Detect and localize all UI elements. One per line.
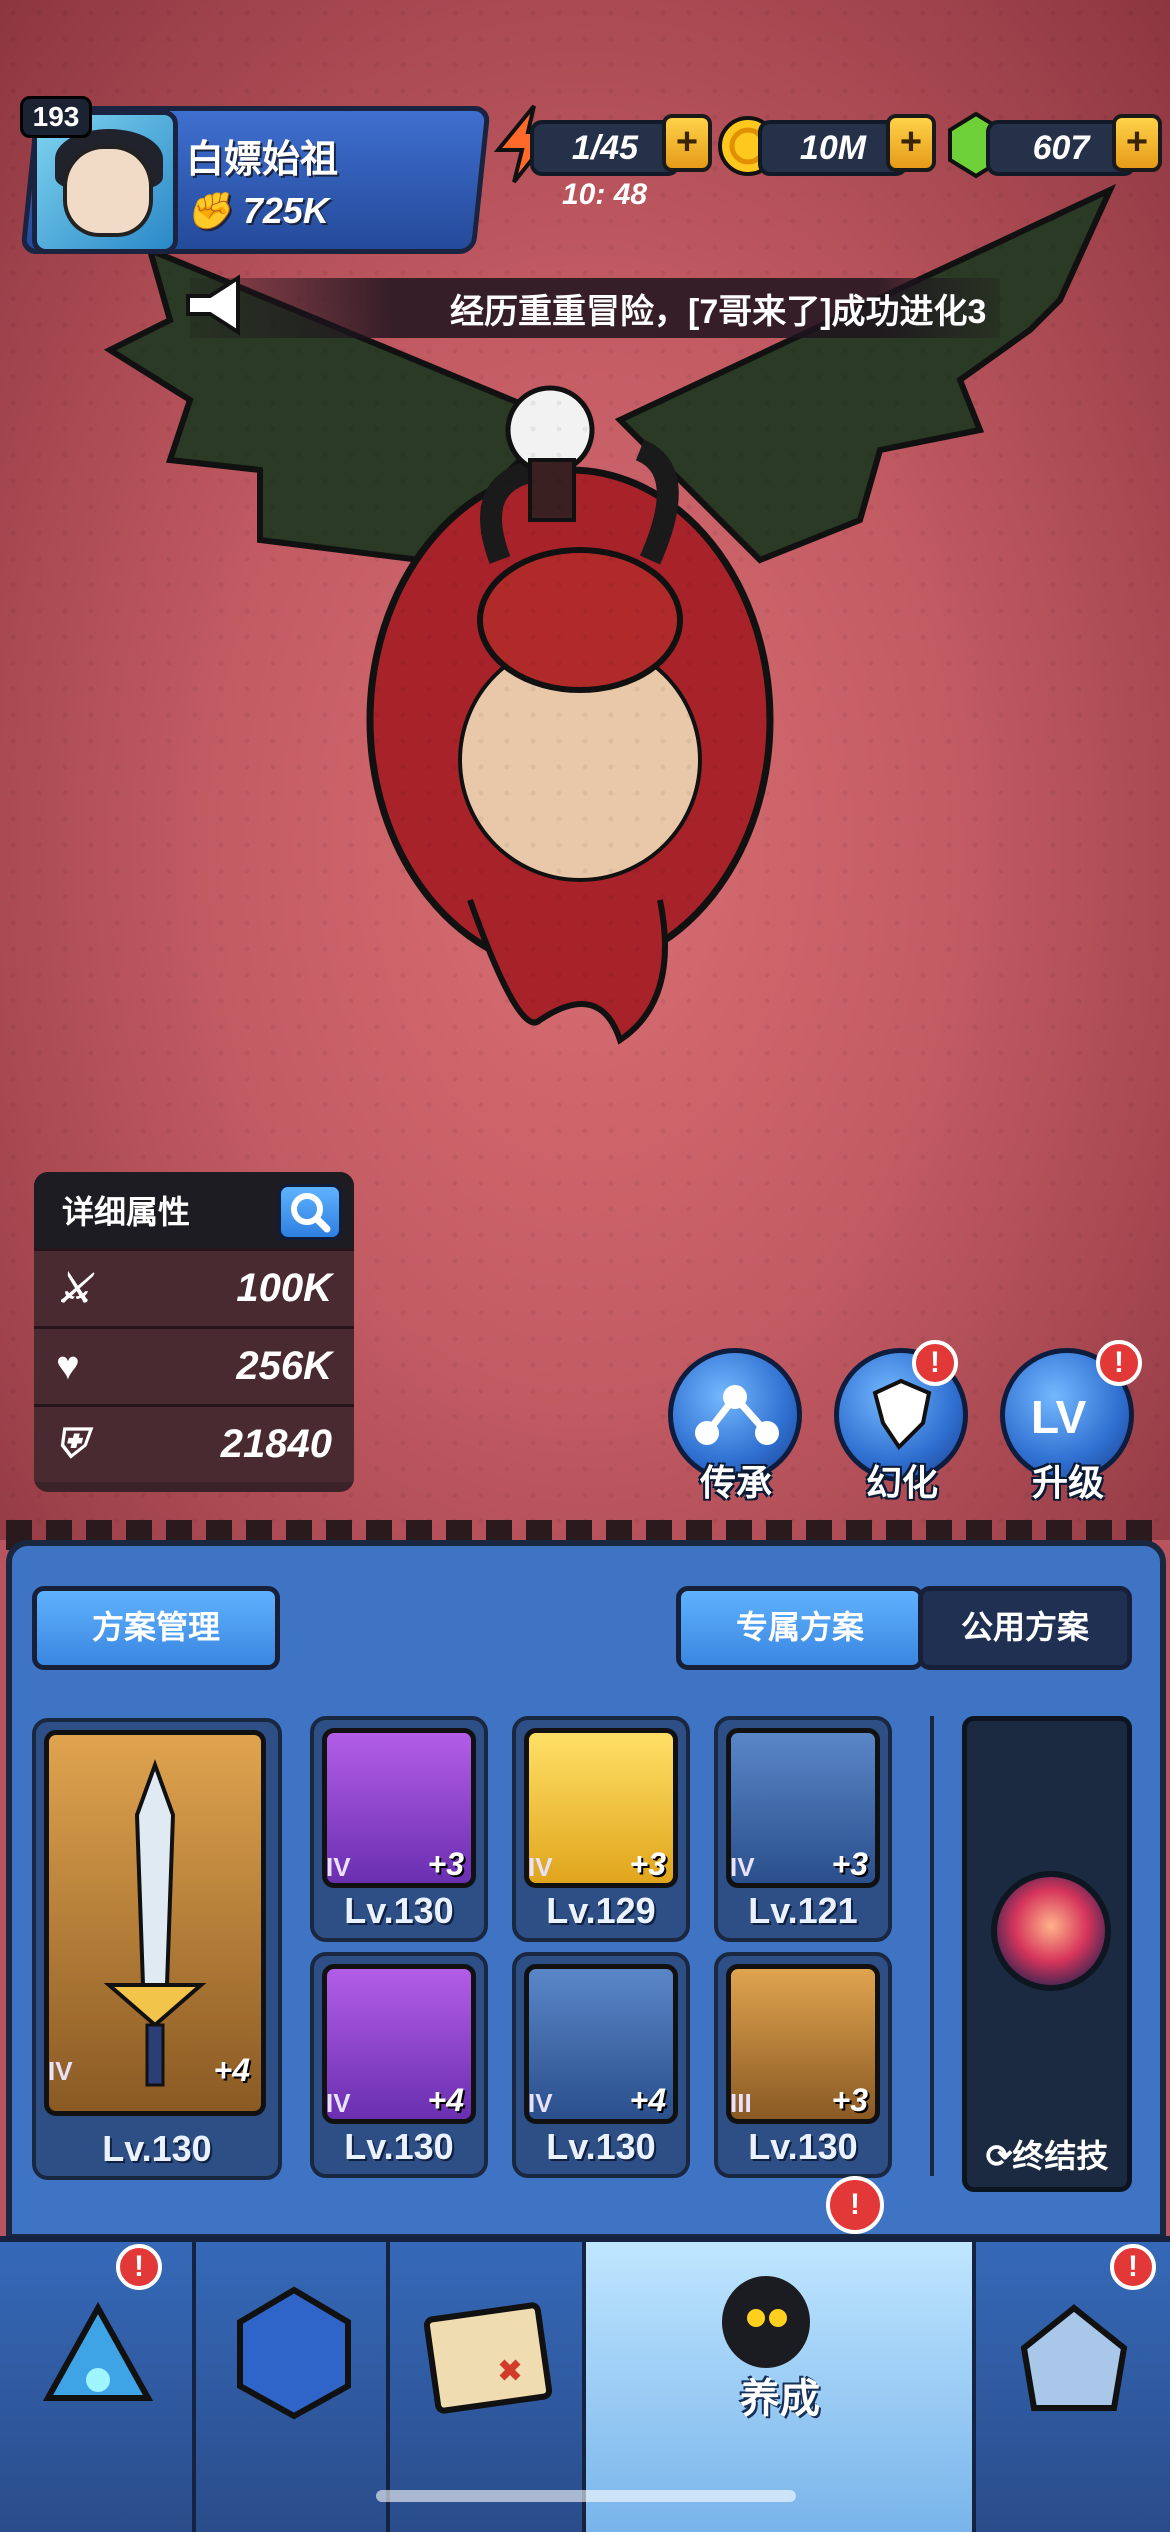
weapon-level: Lv.130 (102, 2128, 212, 2169)
shield-icon: ⛨ (56, 1422, 86, 1466)
weapon-slot[interactable]: IV +4 Lv.130 (32, 1718, 282, 2180)
equip-tier: IV (528, 2088, 553, 2118)
equip-tier: IV (326, 2088, 351, 2118)
nav-gear-alert-badge: ! (116, 2244, 162, 2290)
nav-item-rune[interactable] (196, 2242, 390, 2532)
player-power-value: 725K (242, 190, 329, 231)
energy-add-button[interactable]: + (662, 114, 712, 172)
gem-add-button[interactable]: + (1112, 114, 1162, 172)
equip-tier: IV (326, 1852, 351, 1882)
equip-slot-necklace[interactable]: III +3 Lv.130 (714, 1952, 892, 2178)
stat-defense-value: 21840 (220, 1422, 332, 1466)
ultimate-label: ⟳终结技 (985, 2138, 1109, 2174)
equip-plus: +3 (629, 1846, 666, 1882)
equip-tier: IV (528, 1852, 553, 1882)
equip-level: Lv.130 (546, 2126, 656, 2167)
weapon-tier: IV (48, 2056, 73, 2086)
equip-plus: +3 (831, 1846, 868, 1882)
nav-item-gear[interactable] (0, 2242, 196, 2532)
stat-defense-row: ⛨ 21840 (34, 1404, 354, 1482)
inherit-label: 传承 (699, 1462, 772, 1503)
upgrade-alert-badge: ! (1096, 1340, 1142, 1386)
stat-hp-value: 256K (236, 1344, 332, 1388)
stat-attack-row: ⚔ 100K (34, 1248, 354, 1326)
heart-icon: ♥ (56, 1344, 80, 1388)
equip-level: Lv.121 (748, 1890, 858, 1931)
player-level-badge: 193 (20, 96, 92, 138)
equip-slot-pants[interactable]: IV +3 Lv.121 (714, 1716, 892, 1942)
nav-develop-label: 养成 (740, 2377, 820, 2421)
rune-card-icon (237, 2286, 351, 2420)
cat-hero-icon (722, 2276, 810, 2368)
equip-slot-helmet[interactable]: IV +3 Lv.130 (310, 1716, 488, 1942)
player-name: 白嫖始祖 (186, 139, 339, 181)
equip-tier: III (730, 2088, 752, 2118)
equip-level: Lv.130 (344, 2126, 454, 2167)
stats-panel: 详细属性 ⚔ 100K ♥ 256K ⛨ 21840 (34, 1172, 354, 1492)
ultimate-orb-icon (991, 1871, 1111, 1991)
announcement-text: 经历重重冒险，[7哥来了]成功进化3 (450, 293, 987, 331)
svg-text:LV: LV (1031, 1391, 1087, 1443)
swap-icon: ⟳ (985, 2138, 1013, 2174)
fist-icon: ✊ (186, 190, 231, 231)
equip-plus: +3 (831, 2082, 868, 2118)
transform-label: 幻化 (865, 1462, 938, 1503)
equip-level: Lv.130 (748, 2126, 858, 2167)
nav-develop-alert-badge: ! (826, 2176, 884, 2234)
coin-add-button[interactable]: + (886, 114, 936, 172)
treasure-map-icon (423, 2302, 553, 2414)
equip-plus: +3 (427, 1846, 464, 1882)
upgrade-label: 升级 (1031, 1462, 1104, 1503)
energy-counter: 1/45 (530, 120, 680, 176)
equip-plus: +4 (427, 2082, 464, 2118)
nav-shop-alert-badge: ! (1110, 2244, 1156, 2290)
equip-level: Lv.129 (546, 1890, 656, 1931)
equip-slot-gauntlet[interactable]: IV +4 Lv.130 (310, 1952, 488, 2178)
stat-attack-value: 100K (236, 1266, 332, 1310)
ultimate-skill-slot[interactable]: ⟳终结技 (962, 1716, 1132, 2192)
manage-loadouts-button[interactable]: 方案管理 (32, 1586, 280, 1670)
tab-exclusive-loadout[interactable]: 专属方案 (676, 1586, 924, 1670)
helmet-nav-icon (42, 2301, 154, 2401)
tab-public-loadout[interactable]: 公用方案 (918, 1586, 1132, 1670)
home-indicator (376, 2490, 796, 2502)
equip-level: Lv.130 (344, 1890, 454, 1931)
equip-slot-armor[interactable]: IV +3 Lv.129 (512, 1716, 690, 1942)
stat-hp-row: ♥ 256K (34, 1326, 354, 1404)
megaphone-icon (186, 274, 240, 336)
equip-slot-boots[interactable]: IV +4 Lv.130 (512, 1952, 690, 2178)
transform-alert-badge: ! (912, 1340, 958, 1386)
equip-tier: IV (730, 1852, 755, 1882)
player-power: ✊ 725K (186, 190, 329, 232)
house-icon (1020, 2304, 1128, 2411)
energy-timer: 10: 48 (562, 178, 648, 211)
magnifier-icon (291, 1193, 331, 1233)
nav-item-map[interactable] (390, 2242, 586, 2532)
stats-detail-button[interactable] (278, 1184, 342, 1240)
equip-plus: +4 (629, 2082, 666, 2118)
panel-divider (930, 1716, 934, 2176)
weapon-plus: +4 (213, 2052, 250, 2088)
sword-icon: ⚔ (56, 1266, 92, 1311)
